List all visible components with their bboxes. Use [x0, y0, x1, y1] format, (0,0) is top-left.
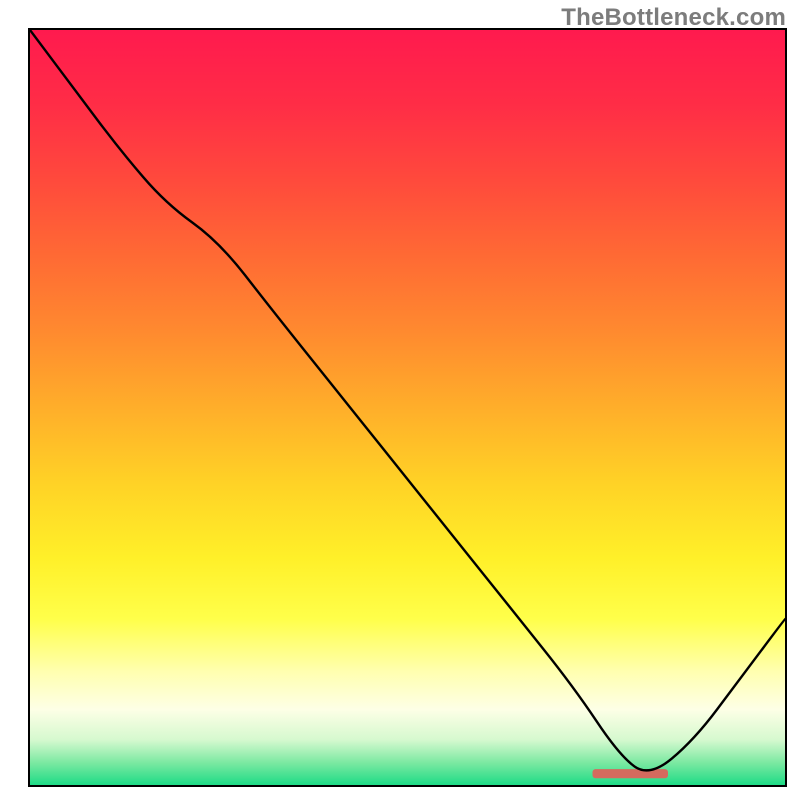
optimal-marker: [593, 769, 669, 778]
watermark-text: TheBottleneck.com: [561, 4, 786, 32]
chart-svg: [30, 30, 785, 785]
chart-frame: TheBottleneck.com: [0, 0, 800, 800]
plot-area: [30, 30, 785, 785]
gradient-backdrop: [30, 30, 785, 785]
